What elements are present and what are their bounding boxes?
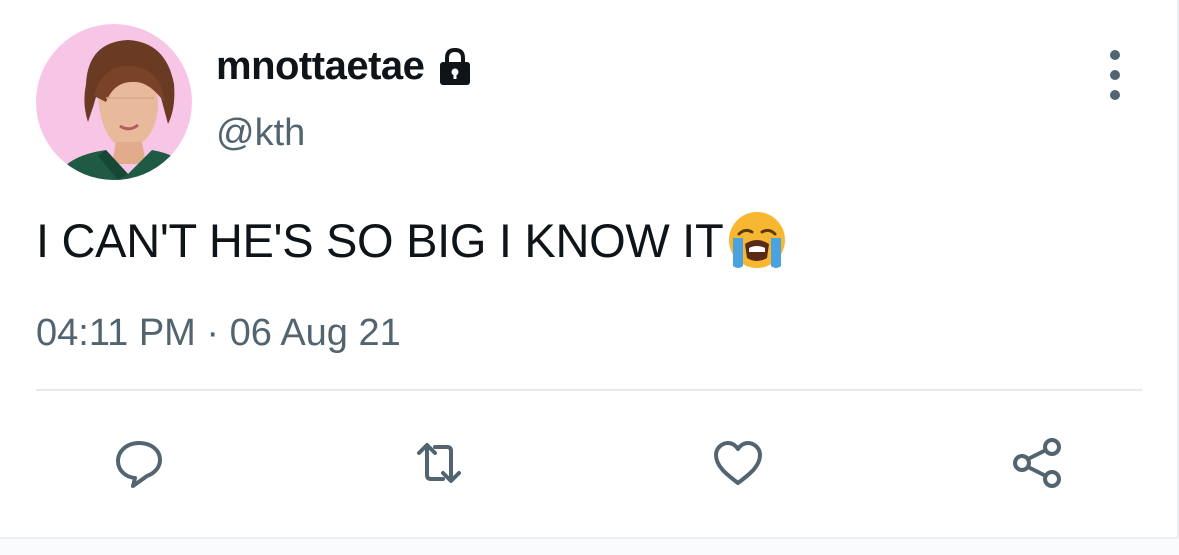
retweet-icon bbox=[417, 443, 461, 483]
card-bottom-edge bbox=[0, 537, 1179, 555]
display-name[interactable]: mnottaetae bbox=[216, 44, 425, 89]
tweet-text-row: I CAN'T HE'S SO BIG I KNOW IT bbox=[36, 208, 789, 272]
lock-icon bbox=[434, 46, 476, 88]
more-options-button[interactable] bbox=[1094, 50, 1136, 100]
retweet-button[interactable] bbox=[408, 432, 470, 494]
divider bbox=[36, 389, 1142, 391]
display-name-row[interactable]: mnottaetae bbox=[216, 44, 476, 89]
tweet-text: I CAN'T HE'S SO BIG I KNOW IT bbox=[36, 213, 724, 267]
more-dot bbox=[1110, 70, 1120, 80]
loudly-crying-face-icon bbox=[725, 208, 789, 272]
reply-button[interactable] bbox=[108, 432, 170, 494]
like-button[interactable] bbox=[707, 432, 769, 494]
reply-icon bbox=[116, 441, 162, 488]
more-dot bbox=[1110, 50, 1120, 60]
tweet-timestamp[interactable]: 04:11 PM · 06 Aug 21 bbox=[36, 312, 401, 355]
tweet-card: mnottaetae @kth I CAN'T HE'S SO BIG I KN… bbox=[0, 0, 1179, 555]
more-dot bbox=[1110, 90, 1120, 100]
user-handle[interactable]: @kth bbox=[216, 112, 305, 155]
avatar[interactable] bbox=[36, 24, 192, 180]
share-icon bbox=[1013, 438, 1061, 488]
share-button[interactable] bbox=[1007, 432, 1069, 494]
heart-icon bbox=[714, 441, 762, 485]
avatar-image bbox=[36, 24, 192, 180]
